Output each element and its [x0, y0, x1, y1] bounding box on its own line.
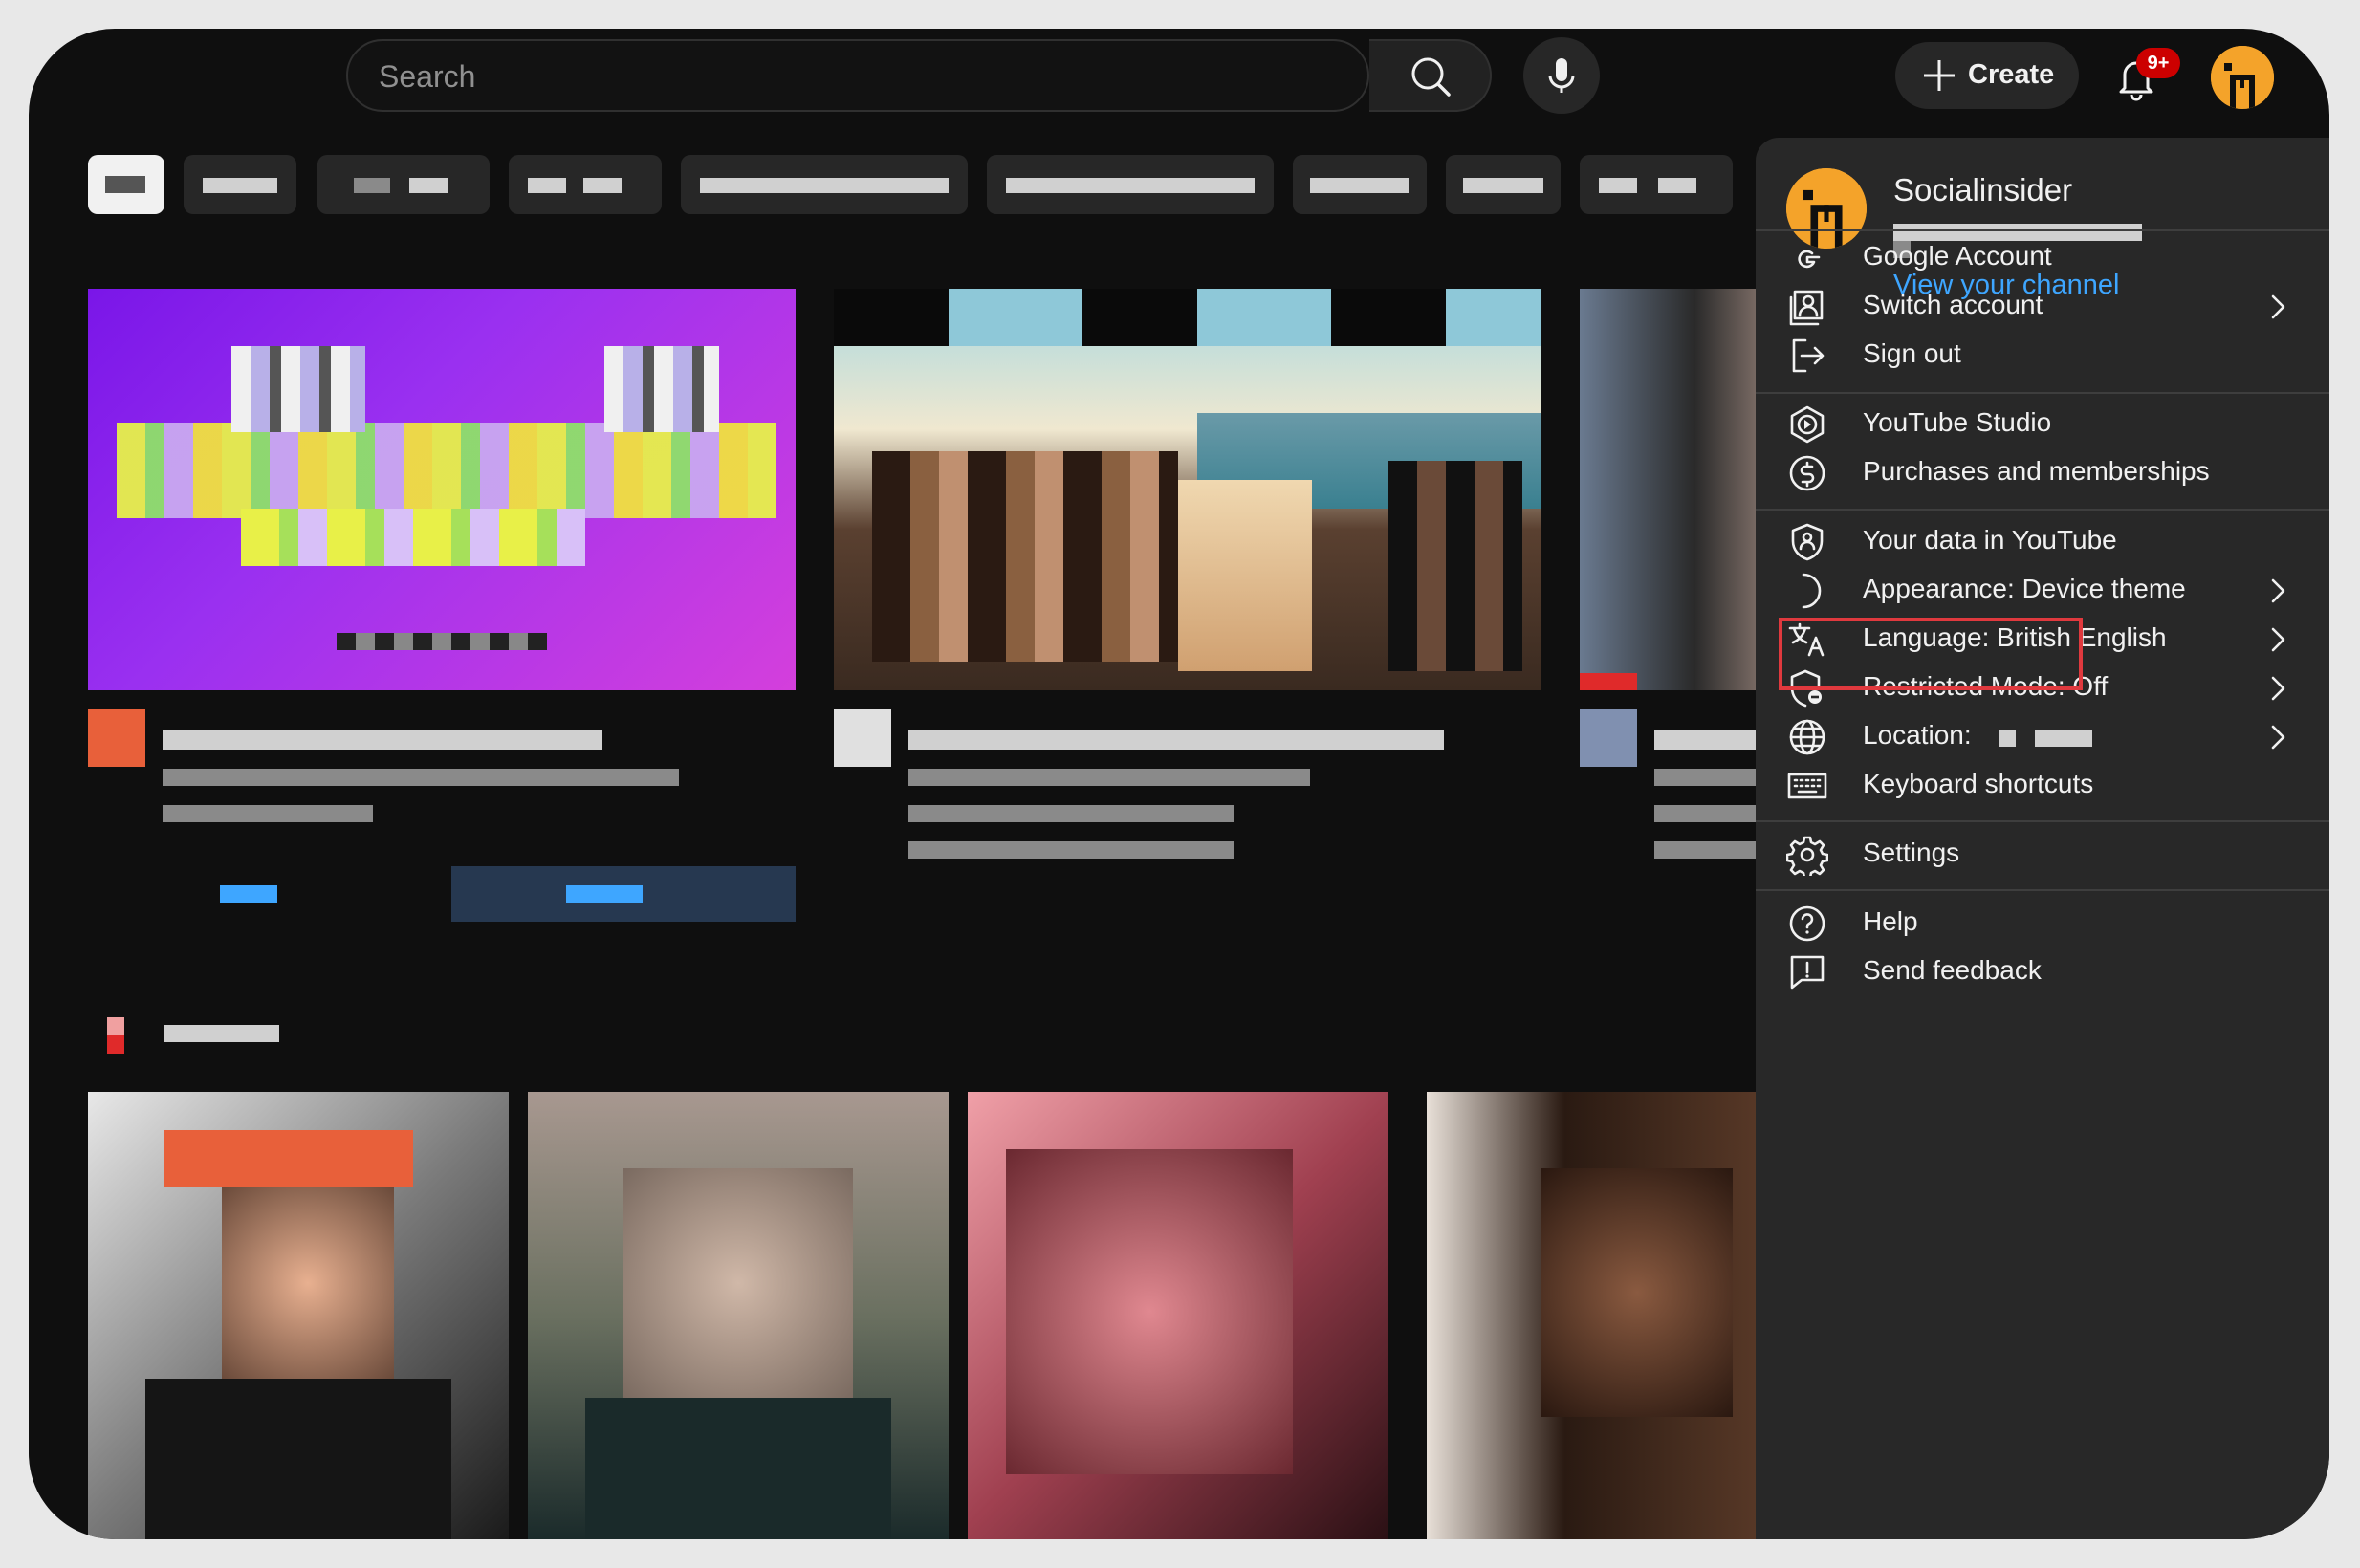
chip[interactable]: [987, 155, 1274, 214]
location-value: [1999, 730, 2016, 747]
chip[interactable]: [184, 155, 296, 214]
video-thumbnail[interactable]: [834, 289, 1541, 690]
menu-item-label: Send feedback: [1863, 955, 2042, 985]
promo-button[interactable]: [451, 866, 796, 922]
account-avatar[interactable]: [2211, 46, 2274, 109]
video-thumbnail[interactable]: [1580, 289, 1771, 690]
avatar-image: [2211, 46, 2274, 109]
short-thumbnail[interactable]: [968, 1092, 1388, 1539]
youtube-studio-highlight: [1779, 618, 2083, 690]
keyboard-icon: [1786, 765, 1828, 807]
menu-item-keyboard-shortcuts[interactable]: Keyboard shortcuts: [1756, 750, 2329, 822]
menu-item-label: Google Account: [1863, 241, 2052, 271]
menu-item-label: Appearance: Device theme: [1863, 574, 2186, 603]
youtube-window: Create 9+: [29, 29, 2329, 1539]
search-input[interactable]: [377, 41, 1318, 112]
settings-gear-icon: [1786, 834, 1828, 876]
account-menu: Socialinsider View your channel Google A…: [1756, 138, 2329, 1539]
chip[interactable]: [509, 155, 662, 214]
create-button[interactable]: Create: [1895, 42, 2079, 109]
chip[interactable]: [317, 155, 490, 214]
purchases-icon: [1786, 452, 1828, 494]
create-label: Create: [1968, 59, 2055, 90]
menu-item-label: YouTube Studio: [1863, 407, 2052, 437]
short-thumbnail[interactable]: [1427, 1092, 1771, 1539]
chip[interactable]: [681, 155, 968, 214]
channel-avatar[interactable]: [834, 709, 891, 767]
notification-count-badge: 9+: [2136, 48, 2180, 78]
search-icon: [1411, 57, 1451, 97]
chip[interactable]: [1293, 155, 1427, 214]
menu-item-send-feedback[interactable]: Send feedback: [1756, 936, 2329, 1009]
menu-item-label: Keyboard shortcuts: [1863, 769, 2094, 798]
menu-item-sign-out[interactable]: Sign out: [1756, 319, 2329, 392]
short-thumbnail[interactable]: [88, 1092, 509, 1539]
channel-avatar[interactable]: [1580, 709, 1637, 767]
microphone-icon: [1548, 58, 1575, 93]
short-thumbnail[interactable]: [528, 1092, 949, 1539]
search-button[interactable]: [1369, 39, 1492, 112]
menu-item-label: Your data in YouTube: [1863, 525, 2117, 555]
chip-all[interactable]: [88, 155, 164, 214]
chip[interactable]: [1446, 155, 1561, 214]
chip[interactable]: [1580, 155, 1733, 214]
menu-item-settings[interactable]: Settings: [1756, 818, 2329, 891]
account-name: Socialinsider: [1893, 172, 2073, 207]
menu-item-label: Switch account: [1863, 290, 2043, 319]
feedback-icon: [1786, 951, 1828, 993]
promo-link[interactable]: [220, 885, 277, 903]
channel-avatar[interactable]: [88, 709, 145, 767]
voice-search-button[interactable]: [1523, 37, 1600, 114]
menu-item-label: Purchases and memberships: [1863, 456, 2210, 486]
menu-item-label: Settings: [1863, 838, 1960, 867]
menu-item-label: Sign out: [1863, 338, 1961, 368]
menu-item-purchases-and-memberships[interactable]: Purchases and memberships: [1756, 437, 2329, 510]
plus-icon: [1924, 60, 1955, 91]
sign-out-icon: [1786, 335, 1828, 377]
menu-item-label: Location:: [1863, 720, 1972, 750]
watch-progress-bar: [1580, 673, 1637, 690]
video-thumbnail[interactable]: [88, 289, 796, 690]
menu-item-label: Help: [1863, 906, 1918, 936]
search-box: [346, 39, 1369, 112]
shorts-logo: [107, 1017, 124, 1054]
